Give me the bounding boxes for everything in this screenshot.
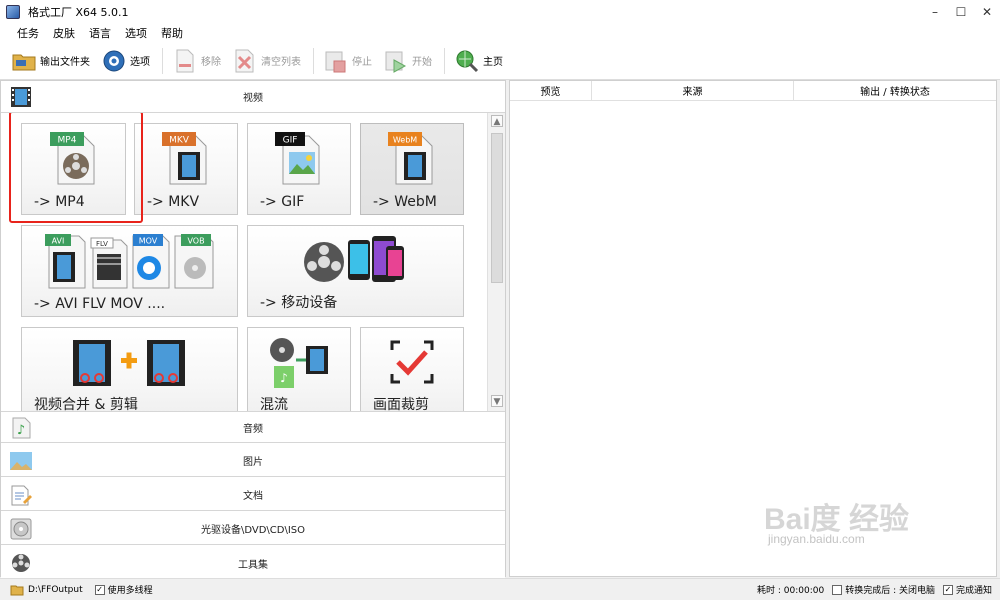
mux-icon: ♪ bbox=[248, 334, 350, 392]
output-path: D:\FFOutput bbox=[28, 584, 83, 595]
clear-list-button[interactable]: 清空列表 bbox=[233, 46, 301, 76]
notify-check-icon: ✓ bbox=[942, 584, 953, 595]
disc-icon bbox=[9, 518, 33, 540]
menu-skin[interactable]: 皮肤 bbox=[53, 25, 75, 41]
clear-list-icon bbox=[233, 49, 257, 73]
svg-text:♪: ♪ bbox=[280, 371, 288, 385]
remove-doc-icon bbox=[173, 49, 197, 73]
video-merge-icon bbox=[22, 334, 237, 392]
app-icon bbox=[6, 5, 20, 19]
home-globe-icon bbox=[455, 49, 479, 73]
remove-button[interactable]: 移除 bbox=[173, 46, 221, 76]
picture-icon bbox=[9, 450, 33, 472]
toolbar: 输出文件夹 选项 移除 清空列表 停止 开始 主页 bbox=[0, 42, 1000, 80]
category-picture[interactable]: 图片 bbox=[1, 445, 505, 477]
mobile-devices-icon bbox=[248, 232, 463, 290]
svg-text:GIF: GIF bbox=[283, 136, 298, 146]
svg-text:VOB: VOB bbox=[187, 237, 204, 246]
category-audio[interactable]: ♪ 音频 bbox=[1, 411, 505, 443]
column-source[interactable]: 来源 bbox=[592, 81, 794, 101]
multi-format-icons: AVI FLV MOV VOB bbox=[22, 232, 237, 290]
menu-help[interactable]: 帮助 bbox=[161, 25, 183, 41]
webm-doc-icon: WebM bbox=[361, 130, 463, 186]
tile-gif[interactable]: GIF -> GIF bbox=[247, 123, 351, 215]
after-convert-checkbox[interactable]: 转换完成后 : 关闭电脑 bbox=[832, 583, 935, 596]
svg-text:MOV: MOV bbox=[138, 237, 157, 246]
tile-avi-flv-mov[interactable]: AVI FLV MOV VOB -> AVI FLV MOV .... bbox=[21, 225, 238, 317]
video-grid-scrollbar[interactable]: ▲ ▼ bbox=[487, 113, 505, 411]
maximize-button[interactable]: ☐ bbox=[948, 0, 974, 24]
svg-text:MP4: MP4 bbox=[57, 136, 76, 146]
options-button[interactable]: 选项 bbox=[102, 46, 150, 76]
notify-checkbox[interactable]: ✓ 完成通知 bbox=[942, 583, 992, 596]
tile-mp4[interactable]: MP4 -> MP4 bbox=[21, 123, 126, 215]
output-folder-button[interactable]: 输出文件夹 bbox=[12, 46, 90, 76]
svg-text:FLV: FLV bbox=[96, 240, 108, 248]
close-button[interactable]: ✕ bbox=[974, 0, 1000, 24]
mp4-doc-icon: MP4 bbox=[22, 130, 125, 186]
category-video[interactable]: 视频 bbox=[1, 81, 505, 113]
after-convert-check-icon bbox=[832, 584, 843, 595]
multithread-check-icon: ✓ bbox=[94, 584, 105, 595]
stop-icon bbox=[324, 49, 348, 73]
menu-options[interactable]: 选项 bbox=[125, 25, 147, 41]
stop-button[interactable]: 停止 bbox=[324, 46, 372, 76]
menu-task[interactable]: 任务 bbox=[17, 25, 39, 41]
tile-merge-edit[interactable]: 视频合并 & 剪辑 bbox=[21, 327, 238, 411]
category-document[interactable]: 文档 bbox=[1, 479, 505, 511]
options-gear-icon bbox=[102, 49, 126, 73]
gif-doc-icon: GIF bbox=[248, 130, 350, 186]
music-note-icon: ♪ bbox=[9, 417, 33, 439]
svg-text:WebM: WebM bbox=[393, 136, 417, 145]
folder-icon bbox=[12, 49, 36, 73]
scroll-down-arrow[interactable]: ▼ bbox=[491, 395, 503, 407]
scroll-up-arrow[interactable]: ▲ bbox=[491, 115, 503, 127]
multithread-checkbox[interactable]: ✓ 使用多线程 bbox=[94, 583, 153, 596]
minimize-button[interactable]: – bbox=[922, 0, 948, 24]
svg-text:♪: ♪ bbox=[17, 423, 25, 438]
title-bar: 格式工厂 X64 5.0.1 – ☐ ✕ bbox=[0, 0, 1000, 24]
scroll-thumb[interactable] bbox=[491, 133, 503, 283]
output-folder-status[interactable]: D:\FFOutput bbox=[10, 584, 83, 596]
tile-webm[interactable]: WebM -> WebM bbox=[360, 123, 464, 215]
document-pen-icon bbox=[9, 484, 33, 506]
mkv-doc-icon: MKV bbox=[135, 130, 237, 186]
tile-mux[interactable]: ♪ 混流 bbox=[247, 327, 351, 411]
column-output-status[interactable]: 输出 / 转换状态 bbox=[794, 81, 996, 101]
svg-text:AVI: AVI bbox=[51, 237, 64, 246]
menu-bar: 任务 皮肤 语言 选项 帮助 bbox=[0, 24, 1000, 42]
crop-check-icon bbox=[361, 334, 463, 392]
home-button[interactable]: 主页 bbox=[455, 46, 503, 76]
menu-language[interactable]: 语言 bbox=[89, 25, 111, 41]
task-list-panel: 预览 来源 输出 / 转换状态 bbox=[509, 80, 997, 577]
status-folder-icon bbox=[10, 585, 24, 595]
category-tools[interactable]: 工具集 bbox=[1, 547, 505, 579]
film-strip-icon bbox=[9, 86, 33, 108]
tools-reel-icon bbox=[9, 552, 33, 574]
tile-mobile-device[interactable]: -> 移动设备 bbox=[247, 225, 464, 317]
category-panel: 视频 MP4 -> MP4 MKV -> MKV GIF -> GIF WebM bbox=[0, 80, 506, 579]
column-preview[interactable]: 预览 bbox=[510, 81, 592, 101]
svg-text:MKV: MKV bbox=[169, 136, 190, 146]
category-disc-device[interactable]: 光驱设备\DVD\CD\ISO bbox=[1, 513, 505, 545]
tile-crop[interactable]: 画面裁剪 bbox=[360, 327, 464, 411]
start-icon bbox=[384, 49, 408, 73]
elapsed-time: 耗时 : 00:00:00 bbox=[757, 586, 825, 596]
video-format-grid: MP4 -> MP4 MKV -> MKV GIF -> GIF WebM ->… bbox=[1, 113, 505, 411]
tile-mkv[interactable]: MKV -> MKV bbox=[134, 123, 238, 215]
start-button[interactable]: 开始 bbox=[384, 46, 432, 76]
window-title: 格式工厂 X64 5.0.1 bbox=[28, 6, 129, 19]
status-bar: D:\FFOutput ✓ 使用多线程 耗时 : 00:00:00 转换完成后 … bbox=[0, 578, 1000, 600]
